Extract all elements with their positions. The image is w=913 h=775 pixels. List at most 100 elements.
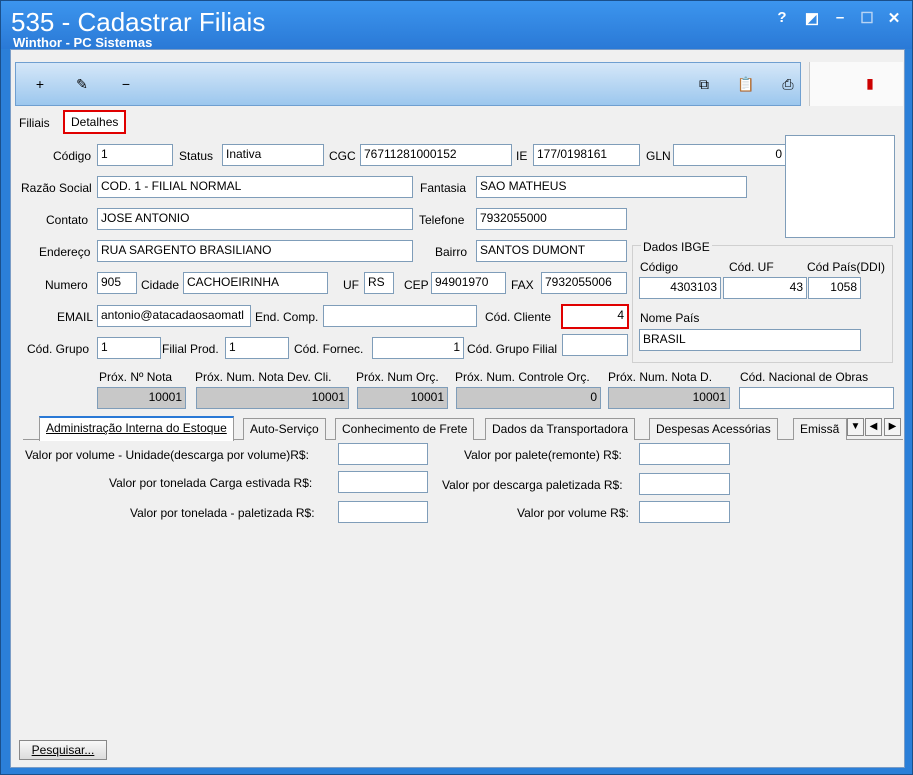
email-field[interactable]: antonio@atacadaosaomatl <box>97 305 251 327</box>
gln-field[interactable]: 0 <box>673 144 786 166</box>
sub-tabs: Administração Interna do Estoque Auto-Se… <box>23 416 903 441</box>
tab-dados-transportadora[interactable]: Dados da Transportadora <box>485 418 636 440</box>
codgrupo-field[interactable]: 1 <box>97 337 161 359</box>
razao-field[interactable]: COD. 1 - FILIAL NORMAL <box>97 176 413 198</box>
numero-field[interactable]: 905 <box>97 272 137 294</box>
descarga-pal-label: Valor por descarga paletizada R$: <box>442 478 623 492</box>
uf-label: UF <box>343 278 359 292</box>
title-bar: 535 - Cadastrar Filiais Winthor - PC Sis… <box>1 1 912 50</box>
ie-field[interactable]: 177/0198161 <box>533 144 640 166</box>
cep-field[interactable]: 94901970 <box>431 272 506 294</box>
copy-icon[interactable]: ⧉ <box>694 76 714 93</box>
cep-label: CEP <box>404 278 429 292</box>
tab-dropdown-icon[interactable]: ▼ <box>847 418 864 436</box>
nomepais-field[interactable]: BRASIL <box>639 329 861 351</box>
cidade-field[interactable]: CACHOEIRINHA <box>183 272 328 294</box>
exit-icon[interactable]: ▮ <box>860 75 880 92</box>
bairro-field[interactable]: SANTOS DUMONT <box>476 240 627 262</box>
palete-label: Valor por palete(remonte) R$: <box>464 448 622 462</box>
uf-field[interactable]: RS <box>364 272 394 294</box>
endcomp-field[interactable] <box>323 305 477 327</box>
tab-adm-estoque-label: Administração Interna do Estoque <box>46 421 227 435</box>
email-label: EMAIL <box>57 310 94 324</box>
help-icon[interactable]: ? <box>771 9 793 26</box>
codfornec-field[interactable]: 1 <box>372 337 464 359</box>
edit-icon[interactable]: ✎ <box>72 76 92 93</box>
fax-field[interactable]: 7932055006 <box>541 272 627 294</box>
volume-field[interactable] <box>639 501 730 523</box>
obras-label: Cód. Nacional de Obras <box>740 370 869 384</box>
cgc-field[interactable]: 76711281000152 <box>360 144 512 166</box>
obras-field[interactable] <box>739 387 894 409</box>
ibge-coduf-field[interactable]: 43 <box>723 277 807 299</box>
telefone-field[interactable]: 7932055000 <box>476 208 627 230</box>
numero-label: Numero <box>45 278 88 292</box>
prox-nota-field: 10001 <box>97 387 186 409</box>
codgrupofilial-field[interactable] <box>562 334 628 356</box>
codcliente-label: Cód. Cliente <box>485 310 552 324</box>
cgc-label: CGC <box>329 149 356 163</box>
close-icon[interactable]: ✕ <box>883 9 905 27</box>
print-icon[interactable]: ⎙ <box>778 76 798 93</box>
fantasia-label: Fantasia <box>420 181 467 195</box>
client-area: + ✎ − ⧉ 📋 ⎙ ▮ Filiais Detalhes Código 1 … <box>10 49 905 768</box>
prox-nota-label: Próx. Nº Nota <box>99 370 173 384</box>
add-icon[interactable]: + <box>30 76 50 92</box>
ie-label: IE <box>516 149 528 163</box>
cidade-label: Cidade <box>141 278 180 292</box>
ibge-codigo-field[interactable]: 4303103 <box>639 277 721 299</box>
search-button[interactable]: Pesquisar... <box>19 740 107 760</box>
toolbar-exit-area: ▮ <box>809 62 903 106</box>
descarga-pal-field[interactable] <box>639 473 730 495</box>
prox-orc-field: 10001 <box>357 387 448 409</box>
ibge-codpais-label: Cód País(DDI) <box>807 260 886 274</box>
tab-despesas-acessorias[interactable]: Despesas Acessórias <box>649 418 778 440</box>
clipboard-icon[interactable]: 📋 <box>736 76 756 93</box>
filialprod-field[interactable]: 1 <box>225 337 289 359</box>
tab-emissao[interactable]: Emissã <box>793 418 847 440</box>
tab-auto-servico[interactable]: Auto-Serviço <box>243 418 326 440</box>
filialprod-label: Filial Prod. <box>162 342 219 356</box>
prox-notad-field: 10001 <box>608 387 730 409</box>
nomepais-label: Nome País <box>640 311 700 325</box>
tab-next-icon[interactable]: ▶ <box>884 418 901 436</box>
ibge-group-label: Dados IBGE <box>641 240 712 254</box>
status-label: Status <box>179 149 214 163</box>
prox-notadev-label: Próx. Num. Nota Dev. Cli. <box>195 370 332 384</box>
ton-paletizada-field[interactable] <box>338 501 428 523</box>
tab-prev-icon[interactable]: ◀ <box>865 418 882 436</box>
fantasia-field[interactable]: SAO MATHEUS <box>476 176 747 198</box>
search-button-label: Pesquisar... <box>31 743 95 757</box>
window-title: 535 - Cadastrar Filiais <box>11 7 266 37</box>
vol-unid-field[interactable] <box>338 443 428 465</box>
restore-icon[interactable]: ◩ <box>801 9 823 27</box>
codigo-field[interactable]: 1 <box>97 144 173 166</box>
codcliente-field[interactable]: 4 <box>561 304 629 329</box>
ibge-codpais-field[interactable]: 1058 <box>808 277 861 299</box>
maximize-icon[interactable]: ☐ <box>856 9 878 27</box>
contato-field[interactable]: JOSE ANTONIO <box>97 208 413 230</box>
ton-estivada-field[interactable] <box>338 471 428 493</box>
palete-field[interactable] <box>639 443 730 465</box>
vol-unid-label: Valor por volume - Unidade(descarga por … <box>25 448 309 462</box>
tab-adm-estoque[interactable]: Administração Interna do Estoque <box>39 416 234 441</box>
endereco-field[interactable]: RUA SARGENTO BRASILIANO <box>97 240 413 262</box>
tab-conhecimento-frete[interactable]: Conhecimento de Frete <box>335 418 475 440</box>
contato-label: Contato <box>46 213 89 227</box>
ton-paletizada-label: Valor por tonelada - paletizada R$: <box>130 506 315 520</box>
prox-notadev-field: 10001 <box>196 387 349 409</box>
status-field[interactable]: Inativa <box>222 144 324 166</box>
ton-estivada-label: Valor por tonelada Carga estivada R$: <box>109 476 313 490</box>
endereco-label: Endereço <box>39 245 91 259</box>
toolbar: + ✎ − ⧉ 📋 ⎙ <box>15 62 801 106</box>
bairro-label: Bairro <box>435 245 468 259</box>
tab-filiais[interactable]: Filiais <box>19 116 50 130</box>
photo-box <box>785 135 895 238</box>
codgrupofilial-label: Cód. Grupo Filial <box>467 342 558 356</box>
remove-icon[interactable]: − <box>116 76 136 92</box>
gln-label: GLN <box>646 149 671 163</box>
tab-detalhes[interactable]: Detalhes <box>63 110 127 134</box>
ibge-codigo-label: Código <box>640 260 679 274</box>
minimize-icon[interactable]: – <box>829 9 851 26</box>
app-window: 535 - Cadastrar Filiais Winthor - PC Sis… <box>0 0 913 775</box>
